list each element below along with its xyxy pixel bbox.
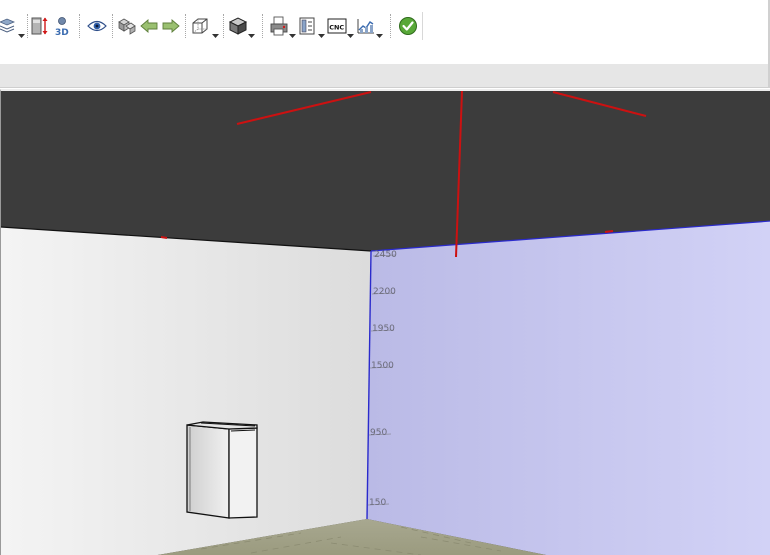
toolbar-separator xyxy=(390,14,392,38)
toolbar-separator xyxy=(112,14,114,38)
panel-layout-button[interactable] xyxy=(297,14,319,38)
chart-report-dropdown-arrow[interactable] xyxy=(376,24,383,38)
print-dropdown-arrow[interactable] xyxy=(289,24,296,38)
red-tick-right xyxy=(604,230,614,233)
cnc-label: CNC xyxy=(329,24,344,32)
visibility-eye-icon xyxy=(87,19,107,33)
height-dimension-button[interactable] xyxy=(29,14,51,38)
main-toolbar: 3D CNC xyxy=(0,0,770,54)
forward-button[interactable] xyxy=(160,14,182,38)
cabinet-model[interactable] xyxy=(186,421,258,519)
chart-report-button[interactable] xyxy=(355,14,377,38)
view-3d-button[interactable]: 3D xyxy=(51,14,73,38)
red-tick-left xyxy=(160,236,168,239)
layers-button[interactable] xyxy=(0,14,18,38)
arrow-left-icon xyxy=(139,18,159,34)
right-wall xyxy=(367,221,770,555)
toolbar-separator xyxy=(223,14,225,38)
view-header-bar xyxy=(0,64,770,88)
cnc-export-icon: CNC xyxy=(327,18,347,34)
cnc-export-button[interactable]: CNC xyxy=(326,14,348,38)
scale-label-2450: 2450 xyxy=(374,250,397,260)
panel-layout-dropdown-arrow[interactable] xyxy=(318,24,325,38)
panel-layout-icon xyxy=(298,16,318,36)
view-3d-icon: 3D xyxy=(52,15,72,37)
solid-view-button[interactable] xyxy=(227,14,249,38)
toolbar-end-divider xyxy=(422,12,423,40)
solid-box-icon xyxy=(228,16,248,36)
3d-scene[interactable]: 2450 2200 1950 1500 950 150 xyxy=(1,91,770,555)
cnc-dropdown-arrow[interactable] xyxy=(347,24,354,38)
toolbar-separator xyxy=(262,14,264,38)
arrow-right-icon xyxy=(161,18,181,34)
print-icon xyxy=(269,16,289,36)
toolbar-gap xyxy=(0,54,770,64)
wireframe-box-icon xyxy=(190,16,210,36)
scale-label-1950: 1950 xyxy=(372,324,395,334)
print-button[interactable] xyxy=(268,14,290,38)
3d-viewport[interactable]: 2450 2200 1950 1500 950 150 xyxy=(0,89,770,555)
toolbar-separator xyxy=(79,14,81,38)
app-window: 3D CNC 2450 2200 1950 1500 950 150 xyxy=(0,0,770,555)
toolbar-separator xyxy=(185,14,187,38)
layers-icon xyxy=(0,17,15,35)
scale-label-950: 950 xyxy=(370,428,387,438)
wireframe-dropdown-arrow[interactable] xyxy=(212,24,219,38)
scale-label-150: 150 xyxy=(369,498,386,508)
height-dimension-icon xyxy=(30,16,50,36)
chart-report-icon xyxy=(356,17,376,35)
left-wall xyxy=(1,227,371,555)
visibility-button[interactable] xyxy=(86,14,108,38)
check-ok-icon xyxy=(398,16,418,36)
copy-objects-icon xyxy=(116,16,136,36)
back-button[interactable] xyxy=(138,14,160,38)
copy-objects-button[interactable] xyxy=(115,14,137,38)
wireframe-view-button[interactable] xyxy=(189,14,211,38)
view-3d-label: 3D xyxy=(55,28,69,37)
solid-view-dropdown-arrow[interactable] xyxy=(248,24,255,38)
confirm-button[interactable] xyxy=(397,14,419,38)
scale-label-1500: 1500 xyxy=(371,361,394,371)
layers-dropdown-arrow[interactable] xyxy=(18,24,25,38)
scale-label-2200: 2200 xyxy=(373,287,396,297)
